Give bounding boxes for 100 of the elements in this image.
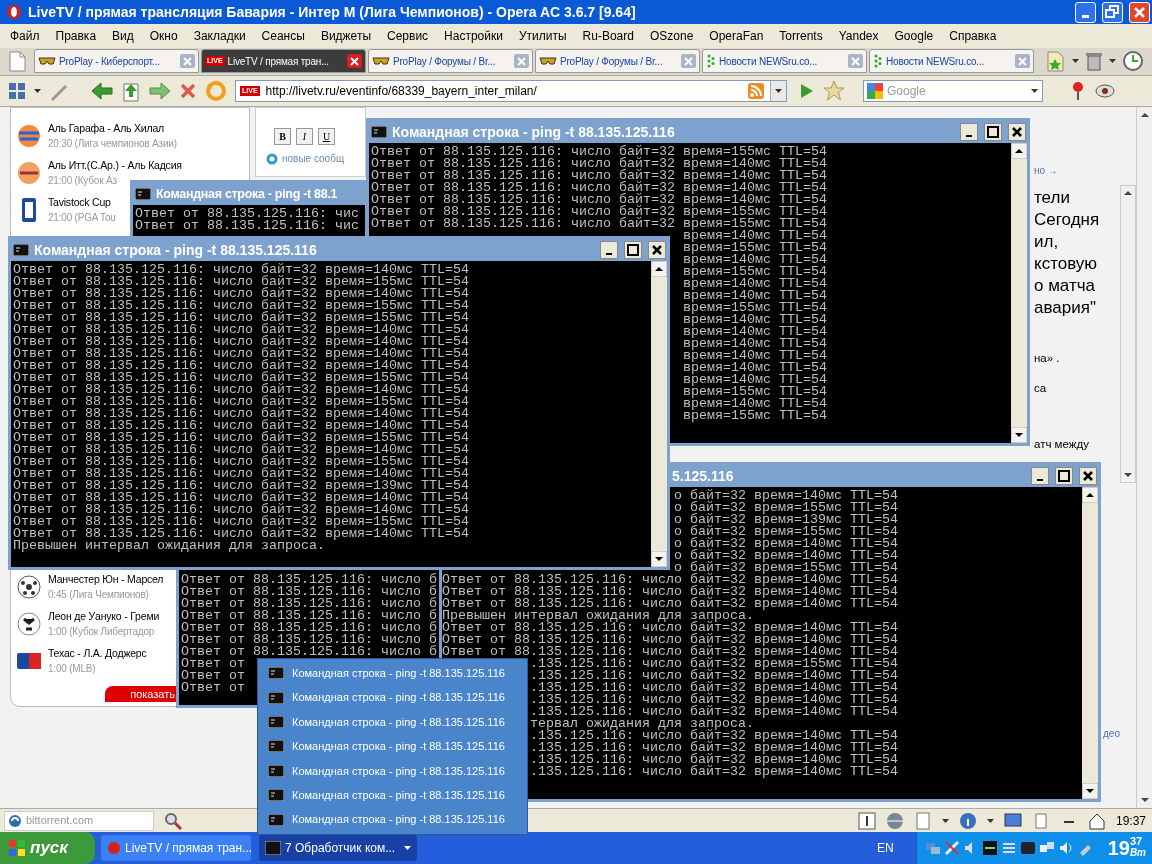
caret-icon[interactable] — [986, 818, 994, 823]
play-icon[interactable] — [799, 82, 815, 100]
globe-icon[interactable] — [885, 811, 904, 830]
console-line: Ответ от 88.135.125.116: число б — [181, 598, 437, 610]
forward-arrow-icon[interactable] — [149, 81, 171, 101]
match-title[interactable]: Манчестер Юн - Марсел — [48, 571, 164, 587]
search-icon[interactable] — [164, 811, 182, 830]
link-text[interactable]: новые сообщ — [282, 151, 345, 166]
eye-icon[interactable] — [1095, 84, 1115, 98]
browser-tab[interactable]: ProPlay / Форумы / Br... — [535, 49, 700, 73]
close-tab-button[interactable] — [347, 54, 362, 68]
start-button[interactable]: пуск — [0, 832, 95, 864]
windows-logo-icon — [8, 839, 26, 857]
browser-tab[interactable]: Новости NEWSru.co... — [702, 49, 867, 73]
menu-item[interactable]: Правка — [47, 26, 105, 46]
link-text[interactable]: део — [1103, 727, 1120, 741]
caret-icon[interactable] — [34, 89, 41, 93]
scrollbar[interactable] — [1011, 143, 1027, 443]
monitor-icon[interactable] — [1003, 811, 1022, 830]
show-button[interactable]: показать — [105, 686, 177, 702]
square-icon[interactable] — [1019, 840, 1036, 856]
popup-menu-item[interactable]: Командная строка - ping -t 88.135.125.116 — [258, 758, 527, 783]
match-title[interactable]: Леон де Уануко - Греми — [48, 608, 160, 624]
browser-tab[interactable]: ProPlay / Форумы / Br... — [368, 49, 533, 73]
menu-item[interactable]: OSzone — [641, 26, 702, 46]
scrollbar[interactable] — [1082, 487, 1098, 799]
rss-icon[interactable] — [748, 83, 764, 99]
format-button[interactable]: U — [318, 128, 335, 145]
up-page-icon[interactable] — [121, 80, 141, 102]
menu-item[interactable]: Torrents — [771, 26, 831, 46]
link-text[interactable]: но → — [1034, 164, 1058, 178]
menu-item[interactable]: Закладки — [185, 26, 254, 46]
search-field[interactable]: Google — [863, 80, 1043, 102]
menu-item[interactable]: Yandex — [830, 26, 887, 46]
search-field[interactable]: bittorrent.com — [4, 810, 154, 831]
menu-item[interactable]: Ru-Board — [574, 26, 642, 46]
scrollbar[interactable] — [1136, 107, 1152, 808]
caret-icon[interactable] — [941, 818, 949, 823]
menu-item[interactable]: Google — [886, 26, 942, 46]
search-input[interactable]: Google — [887, 82, 1022, 100]
close-button[interactable] — [1008, 123, 1026, 141]
menu-item[interactable]: Окно — [141, 26, 186, 46]
format-button[interactable]: B — [274, 128, 291, 145]
minimize-button[interactable] — [600, 241, 618, 259]
language-indicator[interactable]: EN — [876, 839, 894, 857]
match-time: 1:00 (Кубок Либертадор — [48, 625, 156, 639]
back-arrow-icon[interactable] — [91, 81, 113, 101]
menu-item[interactable]: Файл — [2, 26, 48, 46]
menu-item[interactable]: Сервис — [379, 26, 437, 46]
format-button[interactable]: I — [296, 128, 313, 145]
browser-tab[interactable]: ProPlay - Киберспорт... — [34, 49, 199, 73]
caret-icon[interactable] — [1072, 59, 1079, 63]
info-icon[interactable] — [958, 811, 977, 830]
caret-icon — [404, 846, 411, 850]
menu-item[interactable]: Виджеты — [312, 26, 379, 46]
minimize-button[interactable] — [960, 123, 978, 141]
console-line: Ответ от 88.135.125.116: число байт=32 время=140мс TTL=54 — [13, 360, 469, 372]
star-icon[interactable] — [823, 80, 845, 102]
popup-menu-item[interactable]: Командная строка - ping -t 88.135.125.116 — [258, 685, 527, 710]
menu-item[interactable]: Справка — [941, 26, 1005, 46]
close-button[interactable] — [1079, 467, 1097, 485]
console-line: тервал ожидания для запроса. — [530, 718, 754, 730]
scrollbar[interactable] — [651, 261, 667, 567]
maximize-button[interactable] — [984, 123, 1002, 141]
menu-item[interactable]: Утилиты — [510, 26, 575, 46]
restore-button[interactable] — [1102, 1, 1123, 23]
popup-menu-item[interactable]: Командная строка - ping -t 88.135.125.116 — [258, 710, 527, 735]
menu-item[interactable]: Настройки — [436, 26, 511, 46]
maximize-button[interactable] — [1055, 467, 1073, 485]
panel-icon[interactable] — [857, 811, 876, 830]
scrollbar[interactable] — [1120, 185, 1136, 483]
console-title: 5.125.116 — [672, 466, 734, 486]
grid-icon[interactable] — [8, 82, 26, 100]
match-title[interactable]: Аль Гарафа - Аль Хилал — [48, 120, 177, 136]
popup-menu-item[interactable]: Командная строка - ping -t 88.135.125.116 — [258, 807, 527, 832]
search-input[interactable]: bittorrent.com — [26, 812, 153, 829]
trash-icon[interactable] — [1085, 51, 1103, 71]
dropdown-button[interactable] — [770, 81, 786, 101]
popup-menu-item[interactable]: Командная строка - ping -t 88.135.125.116 — [258, 783, 527, 808]
maximize-button[interactable] — [624, 241, 642, 259]
taskbar-button[interactable]: 7 Обработчик ком... — [259, 835, 417, 861]
browser-tab[interactable]: Новости NEWSru.co... — [869, 49, 1034, 73]
caret-icon[interactable] — [1109, 59, 1116, 63]
speaker-icon[interactable] — [1057, 840, 1074, 856]
house-icon[interactable] — [1087, 811, 1106, 830]
menu-item[interactable]: Вид — [104, 26, 142, 46]
match-title[interactable]: Техас - Л.А. Доджерс — [48, 645, 147, 661]
taskbar-button[interactable]: LiveTV / прямая тран... — [101, 835, 251, 861]
popup-menu-item[interactable]: Командная строка - ping -t 88.135.125.116 — [258, 661, 527, 686]
match-title[interactable]: Аль Итт.(С.Ар.) - Аль Кадсия — [48, 157, 182, 173]
stop-icon[interactable] — [179, 82, 197, 100]
tools-icon[interactable] — [943, 840, 960, 856]
close-button[interactable] — [648, 241, 666, 259]
clock-icon[interactable] — [1122, 50, 1144, 72]
menu-item[interactable]: Сеансы — [253, 26, 313, 46]
match-title[interactable]: Tavistock Cup — [48, 194, 116, 210]
console-line: время=140мс TTL=54 — [683, 338, 827, 350]
menu-item[interactable]: OperaFan — [701, 26, 772, 46]
popup-menu-item[interactable]: Командная строка - ping -t 88.135.125.116 — [258, 734, 527, 759]
minimize-button[interactable] — [1031, 467, 1049, 485]
